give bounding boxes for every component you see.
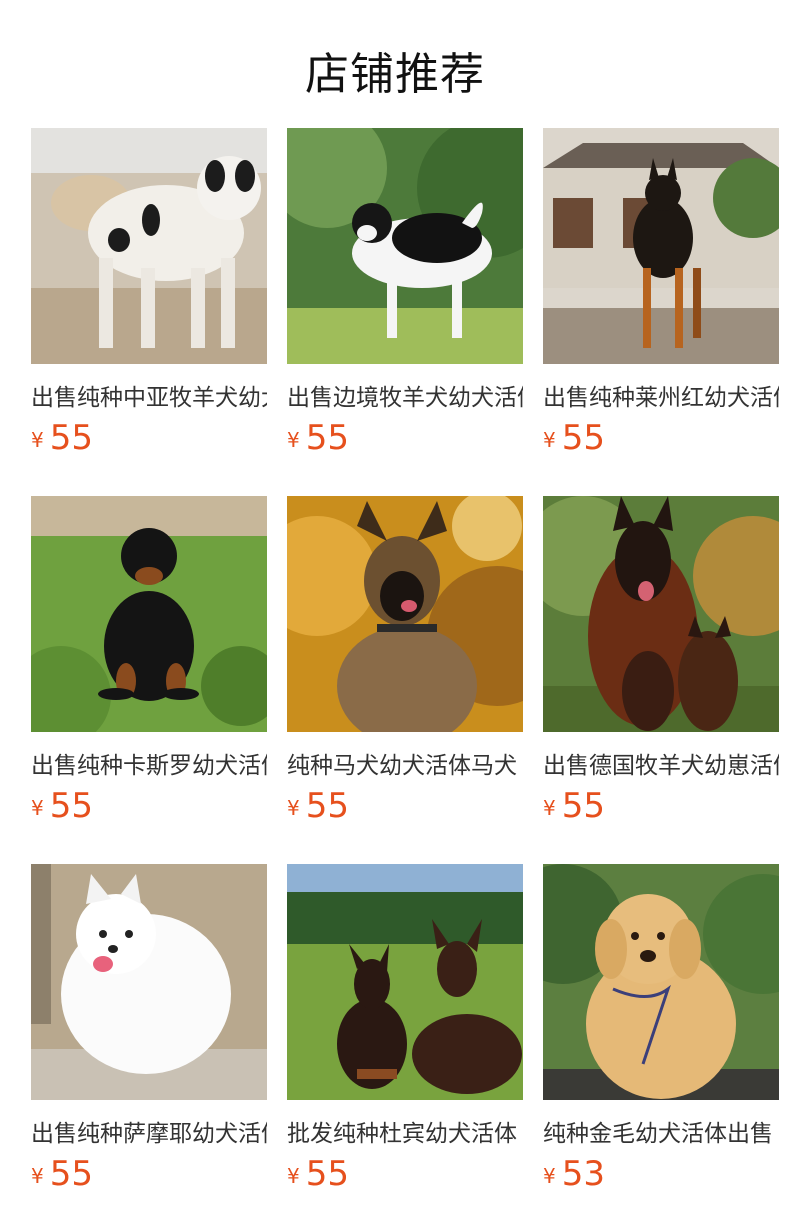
product-price: ¥55 <box>31 418 267 458</box>
product-name[interactable]: 出售纯种中亚牧羊犬幼犬 <box>31 378 267 412</box>
product-name[interactable]: 出售德国牧羊犬幼崽活体 <box>543 746 779 780</box>
shop-recommendation-page: 店铺推荐 出售纯种中亚牧羊犬幼犬 ¥ 55 出售边境牧羊犬幼犬活体 ¥ 55 出… <box>0 0 790 1232</box>
product-image[interactable] <box>543 496 779 732</box>
product-image[interactable] <box>287 128 523 364</box>
product-card[interactable]: 纯种金毛幼犬活体出售 ¥53 <box>543 864 779 1232</box>
product-image[interactable] <box>287 496 523 732</box>
product-card[interactable]: 纯种马犬幼犬活体马犬 ¥55 <box>287 496 523 864</box>
product-name[interactable]: 批发纯种杜宾幼犬活体 <box>287 1114 523 1148</box>
price-amount: 55 <box>561 786 605 826</box>
product-card[interactable]: 出售纯种莱州红幼犬活体 ¥55 <box>543 128 779 496</box>
product-price: ¥55 <box>31 786 267 826</box>
product-grid: 出售纯种中亚牧羊犬幼犬 ¥55 出售边境牧羊犬幼犬活体 ¥ 55 出售纯种莱州红… <box>31 128 779 1232</box>
currency-symbol: ¥ <box>287 428 300 452</box>
product-name[interactable]: 纯种金毛幼犬活体出售 <box>543 1114 779 1148</box>
currency-symbol: ¥ <box>543 796 556 820</box>
product-image[interactable] <box>543 128 779 364</box>
product-image[interactable] <box>543 864 779 1100</box>
product-image[interactable] <box>31 864 267 1100</box>
currency-symbol: ¥ <box>287 796 300 820</box>
price-amount: 53 <box>561 1154 605 1194</box>
price-amount: 55 <box>49 1154 93 1194</box>
product-image[interactable] <box>31 128 267 364</box>
product-card[interactable]: 出售纯种卡斯罗幼犬活体 ¥55 <box>31 496 267 864</box>
product-price: ¥55 <box>287 786 523 826</box>
currency-symbol: ¥ <box>543 1164 556 1188</box>
currency-symbol: ¥ <box>287 1164 300 1188</box>
product-card[interactable]: 批发纯种杜宾幼犬活体 ¥55 <box>287 864 523 1232</box>
product-card[interactable]: 出售边境牧羊犬幼犬活体 ¥55 <box>287 128 523 496</box>
product-price: ¥55 <box>31 1154 267 1194</box>
product-card[interactable]: 出售德国牧羊犬幼崽活体 ¥55 <box>543 496 779 864</box>
section-title: 店铺推荐 <box>305 49 485 100</box>
price-amount: 55 <box>49 418 93 458</box>
product-card[interactable]: 出售纯种萨摩耶幼犬活体 ¥55 <box>31 864 267 1232</box>
price-amount: 55 <box>305 786 349 826</box>
product-price: ¥55 <box>543 418 779 458</box>
price-amount: 55 <box>305 418 349 458</box>
product-price: ¥55 <box>287 418 523 458</box>
product-name[interactable]: 纯种马犬幼犬活体马犬 <box>287 746 523 780</box>
product-price: ¥55 <box>287 1154 523 1194</box>
product-name[interactable]: 出售边境牧羊犬幼犬活体 <box>287 378 523 412</box>
product-name[interactable]: 出售纯种莱州红幼犬活体 <box>543 378 779 412</box>
price-amount: 55 <box>305 1154 349 1194</box>
price-amount: 55 <box>561 418 605 458</box>
product-image[interactable] <box>31 496 267 732</box>
price-amount: 55 <box>49 786 93 826</box>
product-image[interactable] <box>287 864 523 1100</box>
product-price: ¥55 <box>543 786 779 826</box>
currency-symbol: ¥ <box>31 796 44 820</box>
product-name[interactable]: 出售纯种卡斯罗幼犬活体 <box>31 746 267 780</box>
product-name[interactable]: 出售纯种萨摩耶幼犬活体 <box>31 1114 267 1148</box>
product-card[interactable]: 出售纯种中亚牧羊犬幼犬 ¥55 <box>31 128 267 496</box>
product-price: ¥53 <box>543 1154 779 1194</box>
currency-symbol: ¥ <box>31 428 44 452</box>
currency-symbol: ¥ <box>543 428 556 452</box>
currency-symbol: ¥ <box>31 1164 44 1188</box>
